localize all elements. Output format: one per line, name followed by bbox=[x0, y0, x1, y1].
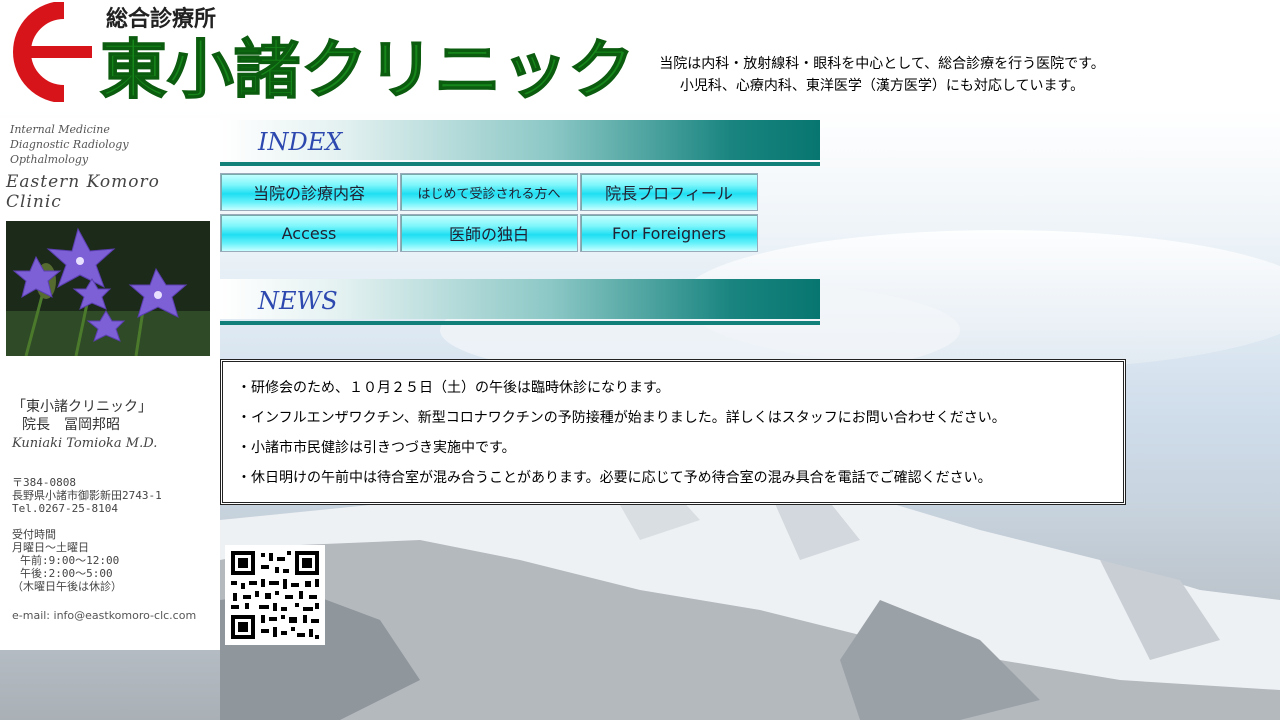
specialty-internal-medicine: Internal Medicine bbox=[10, 123, 110, 136]
hours-title: 受付時間 bbox=[12, 528, 56, 541]
specialty-opthalmology: Opthalmology bbox=[10, 153, 89, 166]
news-bar-line bbox=[220, 321, 820, 325]
qr-code[interactable] bbox=[225, 545, 325, 645]
nav-menu: 当院の診療内容 はじめて受診される方へ 院長プロフィール Access 医師の独… bbox=[220, 173, 762, 255]
clinic-name: 「東小諸クリニック」 bbox=[12, 399, 152, 415]
specialties-list: Internal Medicine Diagnostic Radiology O… bbox=[10, 122, 129, 167]
clinic-name-block: 「東小諸クリニック」 院長 冨岡邦昭 bbox=[12, 398, 152, 434]
hours-days: 月曜日～土曜日 bbox=[12, 541, 89, 554]
bellflower-photo bbox=[6, 221, 210, 356]
header-desc-line2: 小児科、心療内科、東洋医学（漢方医学）にも対応しています。 bbox=[679, 78, 1085, 94]
hours-am: 午前:9:00～12:00 bbox=[20, 554, 120, 567]
news-header-bar: NEWS bbox=[220, 277, 820, 327]
nav-button-services[interactable]: 当院の診療内容 bbox=[220, 173, 398, 211]
hours-pm: 午後:2:00～5:00 bbox=[20, 567, 113, 580]
news-item: ・研修会のため、１０月２５日（土）の午後は臨時休診になります。 bbox=[237, 380, 670, 396]
clinic-logo[interactable]: 総合診療所 東小諸クリニック bbox=[2, 2, 642, 102]
news-title: NEWS bbox=[258, 287, 338, 315]
address: 長野県小諸市御影新田2743-1 bbox=[12, 489, 162, 502]
nav-button-director-profile[interactable]: 院長プロフィール bbox=[580, 173, 758, 211]
index-header-bar: INDEX bbox=[220, 118, 820, 168]
nav-button-for-foreigners[interactable]: For Foreigners bbox=[580, 214, 758, 252]
contact-info: 〒384-0808 長野県小諸市御影新田2743-1 Tel.0267-25-8… bbox=[12, 476, 162, 593]
postal-code: 〒384-0808 bbox=[12, 476, 76, 489]
index-title: INDEX bbox=[258, 128, 343, 156]
hours-note: （木曜日午後は休診） bbox=[12, 580, 122, 593]
header-desc-line1: 当院は内科・放射線科・眼科を中心として、総合診療を行う医院です。 bbox=[659, 56, 1105, 72]
email-link[interactable]: e-mail: info@eastkomoro-clc.com bbox=[12, 609, 196, 622]
nav-button-access[interactable]: Access bbox=[220, 214, 398, 252]
nav-button-first-visit[interactable]: はじめて受診される方へ bbox=[400, 173, 578, 211]
news-item: ・インフルエンザワクチン、新型コロナワクチンの予防接種が始まりました。詳しくはス… bbox=[237, 410, 1006, 426]
news-item: ・小諸市市民健診は引きつづき実施中です。 bbox=[237, 440, 516, 456]
director-name: 院長 冨岡邦昭 bbox=[22, 417, 120, 433]
news-item: ・休日明けの午前中は待合室が混み合うことがあります。必要に応じて予め待合室の混み… bbox=[237, 470, 992, 486]
specialty-diagnostic-radiology: Diagnostic Radiology bbox=[10, 138, 129, 151]
header-description: 当院は内科・放射線科・眼科を中心として、総合診療を行う医院です。 小児科、心療内… bbox=[652, 53, 1112, 97]
news-box: ・研修会のため、１０月２５日（土）の午後は臨時休診になります。 ・インフルエンザ… bbox=[220, 359, 1126, 505]
index-bar-line bbox=[220, 162, 820, 166]
logo-main-text: 東小諸クリニック bbox=[100, 34, 635, 102]
logo-small-text: 総合診療所 bbox=[106, 6, 216, 32]
director-signature: Kuniaki Tomioka M.D. bbox=[12, 436, 158, 451]
sidebar-brand: Eastern Komoro Clinic bbox=[6, 172, 160, 212]
nav-button-doctor-monologue[interactable]: 医師の独白 bbox=[400, 214, 578, 252]
telephone: Tel.0267-25-8104 bbox=[12, 502, 118, 515]
sidebar: Internal Medicine Diagnostic Radiology O… bbox=[0, 118, 220, 650]
